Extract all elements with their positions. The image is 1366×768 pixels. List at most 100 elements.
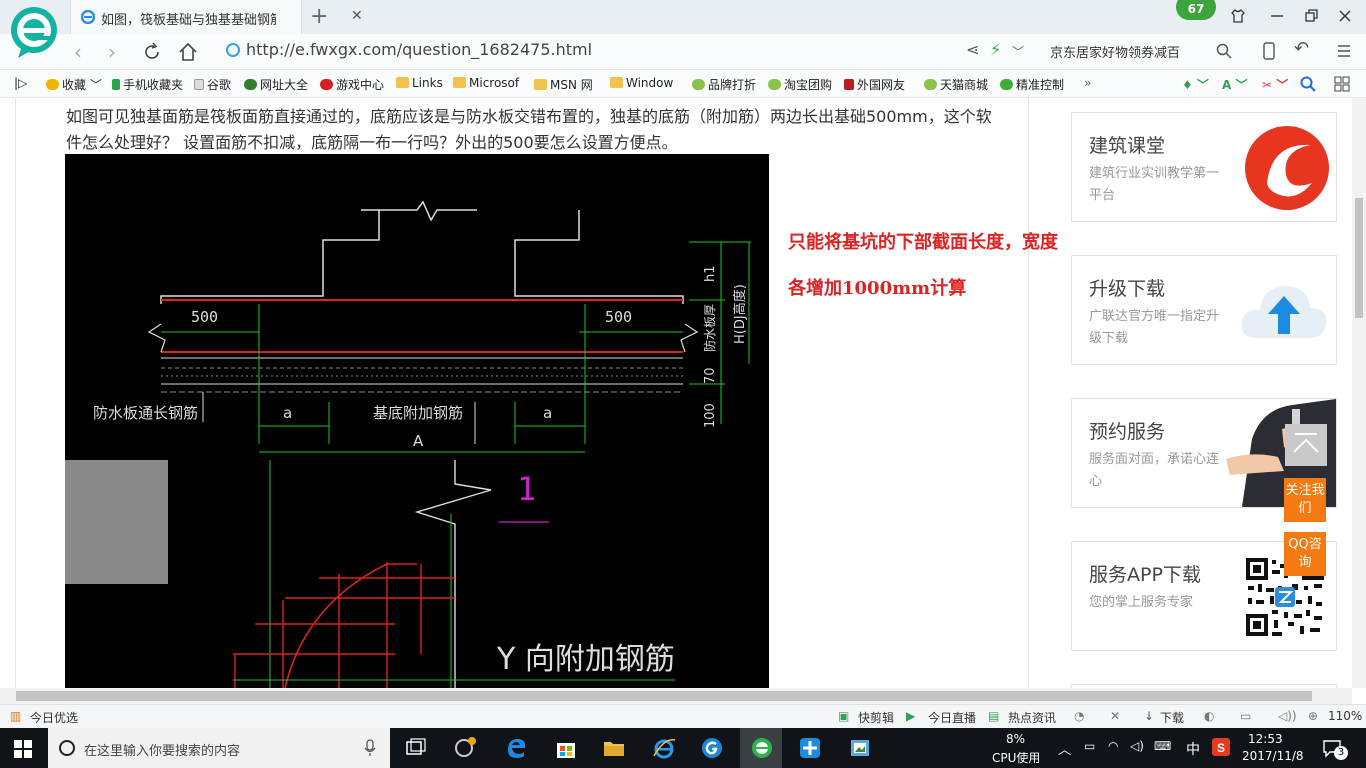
store-icon[interactable] [554,736,578,760]
window-icon[interactable]: ▭ [1240,709,1251,723]
battery-icon[interactable]: ▭ [1084,739,1095,753]
tray-expand-icon[interactable]: ︿ [1058,739,1071,758]
card-upgrade-download[interactable]: 升级下载 广联达官方唯一指定升级下载 [1071,255,1337,365]
photo-viewer-icon[interactable] [848,736,872,760]
status-item[interactable]: 今日直播 [928,709,976,726]
browser-tab[interactable]: 如图，筏板基础与独基基础钢筋长 ✕ [70,0,363,34]
glodon-icon[interactable] [700,736,724,760]
search-box[interactable]: 京东居家好物领券减百 [1050,42,1180,61]
tools-icon[interactable]: ✕ [1110,709,1120,723]
live-icon[interactable]: ▶ [906,709,915,723]
ie-icon[interactable] [652,736,676,760]
apps-icon[interactable] [1334,76,1350,92]
windows-start-icon[interactable] [14,740,32,758]
bookmark-item[interactable]: 外国网友 [844,76,905,93]
bookmark-item[interactable]: 品牌打折 [692,76,756,93]
forward-icon[interactable]: › [108,40,116,64]
bookmark-item[interactable]: 游戏中心 [320,76,384,93]
lightning-icon[interactable]: ⚡ [990,40,1001,59]
status-item[interactable]: 下载 [1160,709,1184,726]
page-content: 如图可见独基面筋是筏板面筋直接通过的，底筋应该是与防水板交错布置的，独基的底筋（… [0,98,1352,688]
restore-icon[interactable] [1305,9,1319,23]
speaker-icon[interactable]: ◁) [1130,739,1144,753]
clock-time[interactable]: 12:53 [1248,732,1283,746]
home-icon[interactable] [178,42,198,62]
card-subtitle: 您的掌上服务专家 [1089,595,1194,610]
app-swirl-icon[interactable] [452,736,476,760]
shirt-icon[interactable] [1230,8,1246,24]
label-base-rebar: 基底附加钢筋 [373,404,464,422]
volume-icon[interactable]: ◁)) [1278,709,1297,723]
search-icon[interactable] [1216,43,1232,59]
find-icon[interactable] [1300,76,1316,92]
status-item[interactable]: 快剪辑 [858,709,894,726]
scroll-thumb[interactable] [1355,198,1363,318]
news-icon[interactable]: ▤ [988,709,999,723]
bookmark-item[interactable]: 淘宝团购 [768,76,832,93]
refresh-icon[interactable] [142,42,162,62]
clock-date[interactable]: 2017/11/8 [1242,749,1304,763]
share-icon[interactable]: ⋖ [966,40,979,59]
edge-icon[interactable] [504,736,528,760]
bookmark-item[interactable]: MSN 网 [534,76,593,93]
dropdown-icon[interactable]: ﹀ [1012,43,1024,60]
keyboard-icon[interactable]: ⌨ [1154,739,1171,753]
bookmark-item[interactable]: 收藏 ﹀ [46,76,102,93]
speed-icon[interactable]: ◔ [1074,709,1084,723]
ie-mode-icon[interactable]: ◐ [1204,709,1214,723]
swirl-logo-icon [1245,126,1329,210]
wifi-icon[interactable]: ◠ [1108,739,1118,753]
download-icon[interactable]: ↓ [1144,709,1154,723]
card-building-class[interactable]: 建筑课堂 建筑行业实训教学第一平台 [1071,112,1337,222]
gift-icon[interactable]: ▥ [10,709,21,723]
bookmark-item[interactable]: 精准控制 [1000,76,1064,93]
sogou-ime-icon[interactable]: S [1212,738,1230,756]
shield-icon[interactable]: ♦ ﹀ [1182,76,1209,93]
window-close-icon[interactable] [1338,9,1352,23]
pinwheel-icon[interactable] [798,736,822,760]
bookmark-item[interactable]: Microsof [453,76,519,90]
file-explorer-icon[interactable] [602,736,626,760]
zoom-icon[interactable]: ⊕ [1308,709,1318,723]
card-subtitle: 建筑行业实训教学第一平台 [1089,166,1220,203]
wechat-icon [1000,79,1013,90]
status-today-pick[interactable]: 今日优选 [30,709,78,726]
minimize-icon[interactable] [1270,10,1284,22]
360-browser-icon[interactable] [750,736,774,760]
undo-icon[interactable]: ↶ [1294,38,1309,59]
bookmark-item[interactable]: Window [610,76,673,90]
zoom-level[interactable]: 110% [1328,709,1362,723]
folder-icon [534,79,547,90]
bookmark-item[interactable]: 手机收藏夹 [112,76,183,93]
task-view-icon[interactable] [404,736,428,760]
site-security-icon[interactable] [226,43,240,57]
menu-icon[interactable] [1336,43,1352,59]
horizontal-scrollbar[interactable] [0,688,1352,704]
clip-icon[interactable]: ▣ [838,709,849,723]
address-bar[interactable]: http://e.fwxgx.com/question_1682475.html [246,40,592,59]
scroll-thumb[interactable] [16,691,1312,701]
browser-logo-icon[interactable] [10,6,58,60]
notification-badge[interactable]: 67 [1176,0,1216,20]
qq-consult-button[interactable]: QQ咨询 [1284,532,1326,576]
vertical-scrollbar[interactable] [1352,98,1366,688]
cad-drawing-image[interactable]: 500 500 防水板通长钢筋 基底附加钢筋 a a A h1 H(DJ高度) … [65,154,769,688]
microphone-icon[interactable] [364,739,376,757]
back-to-top-button[interactable] [1285,424,1327,466]
bookmark-item[interactable]: 天猫商城 [924,76,988,93]
back-icon[interactable]: ‹ [74,40,82,64]
tab-close-icon[interactable]: ✕ [351,8,363,24]
bookmark-item[interactable]: 谷歌 [194,76,231,93]
translate-icon[interactable]: A ﹀ [1222,76,1247,93]
bookmark-item[interactable]: Links [396,76,443,90]
new-tab-button[interactable]: + [310,4,328,29]
scissors-icon[interactable]: ✂ ﹀ [1262,76,1288,93]
bookmark-item[interactable]: 网址大全 [244,76,308,93]
more-bookmarks-icon[interactable]: » [1084,76,1091,90]
sidebar-toggle-icon[interactable]: |▷ [14,76,27,90]
ime-indicator[interactable]: 中 [1186,739,1200,759]
taskbar-search-box[interactable]: 在这里输入你要搜索的内容 [48,728,390,768]
mobile-icon[interactable] [1262,42,1276,60]
status-item[interactable]: 热点资讯 [1008,709,1056,726]
follow-us-button[interactable]: 关注我们 [1284,478,1326,522]
